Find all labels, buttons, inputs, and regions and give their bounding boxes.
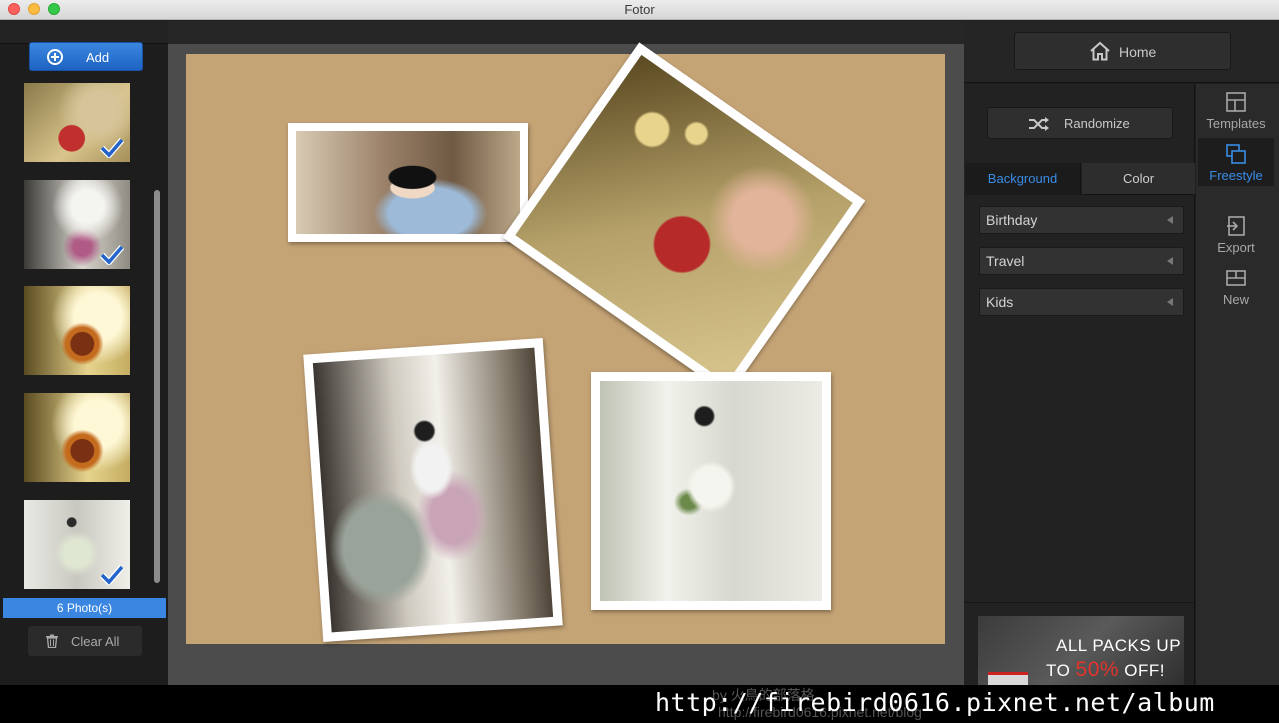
freestyle-icon [1226,144,1246,164]
watermark-url: http://firebird0616.pixnet.net/album [655,688,1215,717]
trash-icon [46,634,58,648]
scrollbar-thumb[interactable] [154,190,160,583]
plus-circle-icon [47,49,63,65]
style-tabs: Background Color [965,163,1195,195]
photo-count-label: 6 Photo(s) [3,598,166,618]
window-title: Fotor [624,2,655,17]
photo-thumbnail[interactable] [24,286,130,375]
photo-thumbnail[interactable] [24,500,130,589]
collage-photo-image [312,347,554,633]
expand-arrow-icon [1167,216,1173,224]
checkmark-icon [100,565,124,585]
canvas-toolbar-strip [168,21,964,44]
category-label: Travel [986,253,1025,269]
left-panel-header [0,21,168,44]
clear-all-button[interactable]: Clear All [28,626,142,656]
thumbnail-image [24,286,130,375]
gift-box-icon [988,672,1028,685]
tab-background[interactable]: Background [965,163,1081,195]
add-photo-button[interactable]: Add [29,42,143,71]
photo-thumbnail[interactable] [24,180,130,269]
promo-line-1: ALL PACKS UP [1056,636,1182,655]
tool-freestyle[interactable]: Freestyle [1198,138,1274,186]
expand-arrow-icon [1167,257,1173,265]
tool-new[interactable]: New [1198,262,1274,310]
add-button-label: Add [86,50,110,65]
freestyle-label: Freestyle [1209,168,1263,183]
templates-icon [1226,92,1246,112]
home-button[interactable]: Home [1014,32,1231,70]
collage-photo[interactable] [288,123,528,242]
promo-line-2: TO 50% OFF! [1046,658,1165,682]
templates-label: Templates [1206,116,1266,131]
tool-templates[interactable]: Templates [1198,86,1274,134]
randomize-button[interactable]: Randomize [987,107,1173,139]
export-icon [1227,216,1245,236]
promo-line-2-prefix: TO [1046,661,1076,680]
randomize-label: Randomize [1064,116,1130,131]
promo-percent: 50% [1075,658,1120,681]
photo-thumbnail[interactable] [24,83,130,162]
category-travel[interactable]: Travel [979,247,1184,275]
category-birthday[interactable]: Birthday [979,206,1184,234]
shuffle-icon [1029,117,1049,131]
checkmark-icon [100,245,124,265]
category-label: Birthday [986,212,1038,228]
collage-photo-image [296,131,520,234]
home-label: Home [1119,44,1157,60]
export-label: Export [1217,240,1255,255]
new-icon [1226,270,1246,286]
home-icon [1090,41,1110,61]
category-kids[interactable]: Kids [979,288,1184,316]
photo-thumbnail[interactable] [24,393,130,482]
new-label: New [1222,292,1249,307]
clear-all-label: Clear All [71,634,120,649]
collage-photo[interactable] [303,337,563,643]
tool-export[interactable]: Export [1198,210,1274,258]
promo-banner[interactable]: ALL PACKS UP TO 50% OFF! [978,616,1184,685]
thumbnail-image [24,393,130,482]
thumbnail-scrollbar[interactable] [154,190,160,583]
title-bar: Fotor [0,0,1279,20]
tab-color[interactable]: Color [1082,163,1195,195]
expand-arrow-icon [1167,298,1173,306]
checkmark-icon [100,138,124,158]
collage-photo[interactable] [591,372,831,610]
promo-divider [964,602,1195,603]
collage-photo-image [600,381,822,601]
category-label: Kids [986,294,1014,310]
promo-line-2-suffix: OFF! [1119,661,1166,680]
